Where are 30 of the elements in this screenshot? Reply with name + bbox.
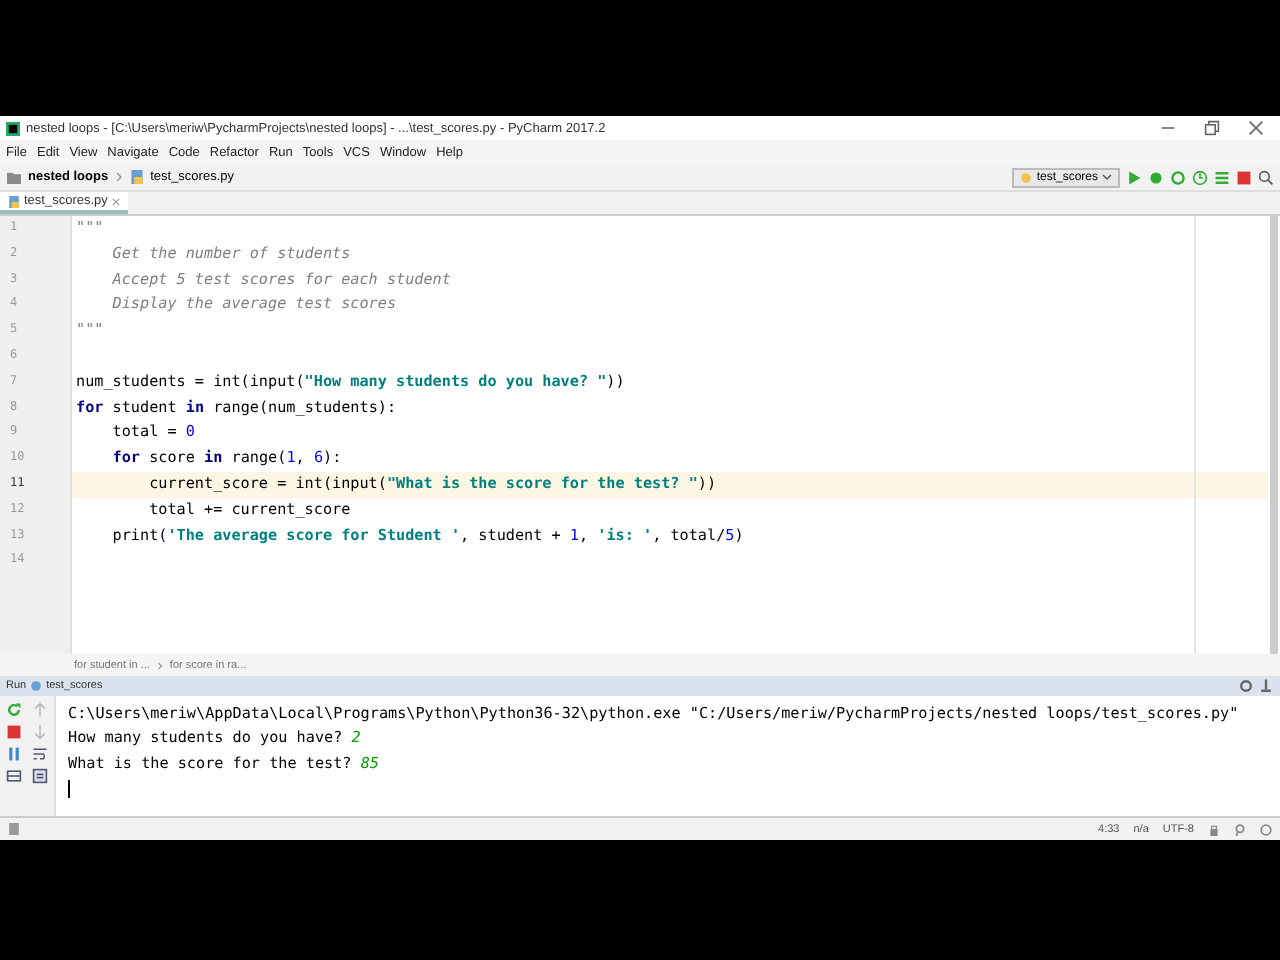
wrap-icon[interactable] bbox=[32, 746, 48, 762]
close-icon[interactable] bbox=[1248, 120, 1264, 136]
chevron-icon bbox=[155, 659, 164, 671]
pin-icon[interactable] bbox=[1258, 678, 1274, 694]
chevron-icon bbox=[114, 170, 125, 184]
layout-icon[interactable] bbox=[5, 768, 21, 784]
lock-icon bbox=[1208, 823, 1220, 835]
stop-icon[interactable] bbox=[5, 724, 21, 740]
pause-icon[interactable] bbox=[5, 746, 21, 762]
python-icon bbox=[1020, 171, 1033, 183]
folder-icon bbox=[6, 170, 22, 184]
python-icon bbox=[30, 680, 43, 692]
python-file-icon bbox=[8, 195, 20, 207]
magnifier-icon bbox=[1234, 823, 1246, 835]
python-file-icon bbox=[130, 170, 145, 184]
concurrency-icon[interactable] bbox=[1214, 169, 1230, 185]
close-icon bbox=[111, 197, 120, 205]
panel-toggle-icon bbox=[8, 822, 20, 836]
debug-icon[interactable] bbox=[1148, 169, 1164, 185]
coverage-icon[interactable] bbox=[1170, 169, 1186, 185]
run-icon[interactable] bbox=[1126, 169, 1142, 185]
search-icon[interactable] bbox=[1258, 169, 1274, 185]
profile-icon[interactable] bbox=[1192, 169, 1208, 185]
scroll-end-icon[interactable] bbox=[32, 768, 48, 784]
app-icon bbox=[6, 121, 20, 135]
scrollbar[interactable] bbox=[1270, 216, 1278, 654]
caret-icon bbox=[1102, 172, 1112, 182]
rerun-icon[interactable] bbox=[5, 702, 21, 718]
stop-icon[interactable] bbox=[1236, 169, 1252, 185]
restore-icon[interactable] bbox=[1204, 120, 1220, 136]
